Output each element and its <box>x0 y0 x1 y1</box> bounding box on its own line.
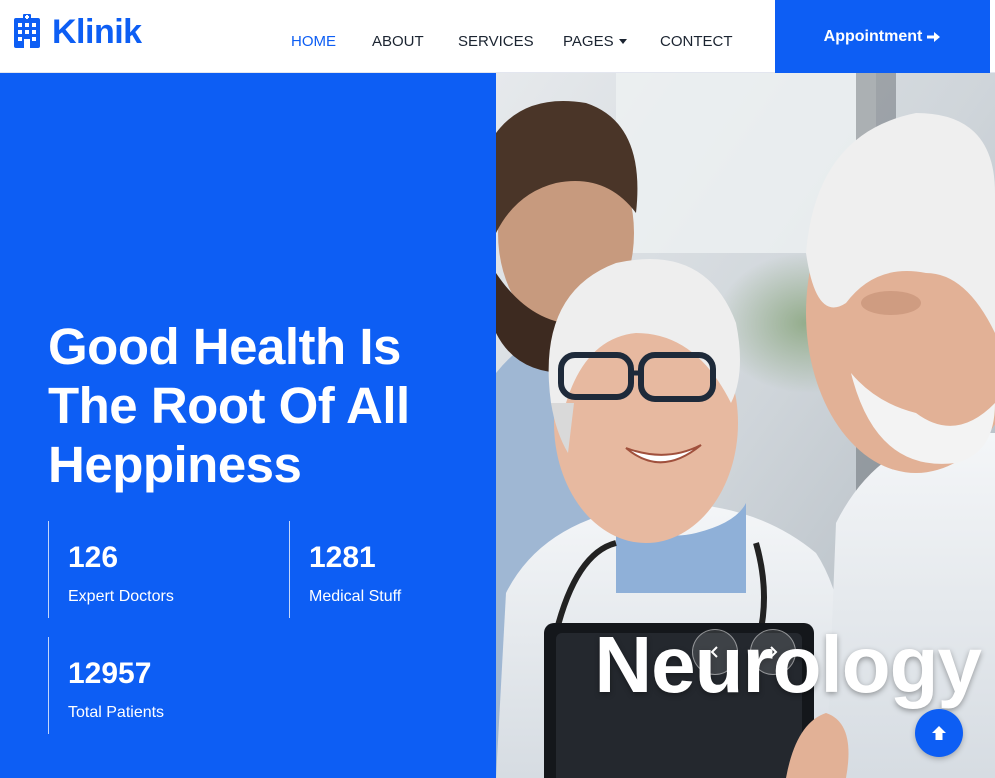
stat-label: Medical Stuff <box>309 588 402 605</box>
brand-logo[interactable]: Klinik <box>12 12 142 52</box>
hero-image: Neurology <box>496 73 995 778</box>
appointment-button[interactable]: Appointment <box>775 0 990 73</box>
arrow-right-icon <box>927 31 941 42</box>
nav-contact[interactable]: CONTECT <box>660 33 733 50</box>
stat-number: 126 <box>68 541 119 574</box>
hospital-icon <box>14 14 40 48</box>
stat-expert-doctors: 126 Expert Doctors <box>48 521 268 618</box>
nav-services[interactable]: SERVICES <box>458 33 534 50</box>
caret-down-icon <box>618 38 627 44</box>
hero-panel: Good Health Is The Root Of All Heppiness… <box>0 73 496 778</box>
brand-name: Klinik <box>52 12 142 51</box>
stat-label: Expert Doctors <box>68 588 174 605</box>
navbar: Klinik HOME ABOUT SERVICES PAGES CONTECT… <box>0 0 995 73</box>
carousel-next-button[interactable] <box>750 629 796 675</box>
appointment-label: Appointment <box>823 27 923 45</box>
stat-number: 1281 <box>309 541 376 574</box>
chevron-right-icon <box>770 646 778 658</box>
carousel-prev-button[interactable] <box>692 629 738 675</box>
nav-pages-label: PAGES <box>563 33 614 50</box>
chevron-left-icon <box>710 646 718 658</box>
back-to-top-button[interactable] <box>915 709 963 757</box>
stat-number: 12957 <box>68 657 152 690</box>
stat-medical-stuff: 1281 Medical Stuff <box>289 521 509 618</box>
nav-home[interactable]: HOME <box>291 33 336 50</box>
arrow-up-icon <box>932 726 946 740</box>
stat-label: Total Patients <box>68 704 165 721</box>
stat-total-patients: 12957 Total Patients <box>48 637 268 734</box>
nav-pages[interactable]: PAGES <box>563 33 627 50</box>
nav-about[interactable]: ABOUT <box>372 33 424 50</box>
hero-title: Good Health Is The Root Of All Heppiness <box>48 318 410 493</box>
